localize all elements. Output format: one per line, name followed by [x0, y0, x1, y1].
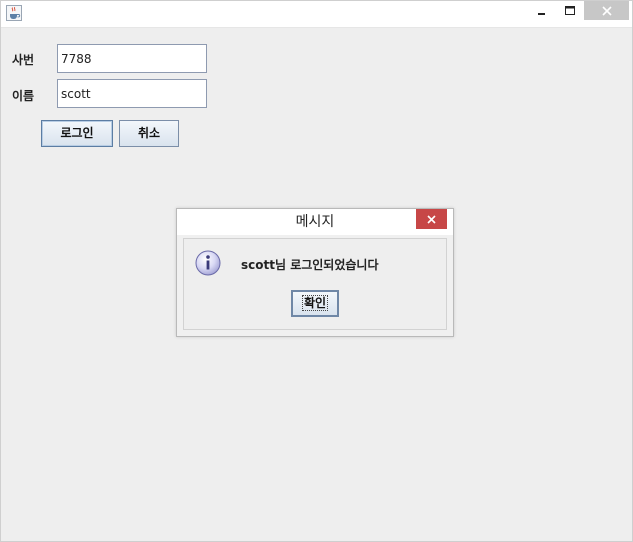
ok-button-label: 확인 — [301, 295, 329, 311]
close-button[interactable] — [584, 1, 629, 20]
info-icon — [194, 249, 222, 277]
name-label: 이름 — [12, 89, 35, 103]
java-cup-icon — [6, 5, 22, 21]
message-dialog: 메시지 scott님 로그인되었습니다 확인 — [176, 208, 454, 337]
emp-no-field[interactable] — [57, 44, 207, 73]
name-field[interactable] — [57, 79, 207, 108]
dialog-message: scott님 로그인되었습니다 — [241, 258, 379, 272]
ok-button[interactable]: 확인 — [291, 290, 339, 317]
close-icon — [427, 214, 436, 224]
cancel-button[interactable]: 취소 — [119, 120, 179, 147]
dialog-title: 메시지 — [295, 214, 335, 230]
login-button[interactable]: 로그인 — [41, 120, 113, 147]
maximize-icon — [564, 5, 575, 15]
main-window: 사번 이름 로그인 취소 메시지 — [0, 0, 633, 542]
minimize-icon — [538, 12, 545, 15]
dialog-close-button[interactable] — [416, 209, 447, 229]
window-titlebar — [1, 1, 632, 28]
emp-no-label: 사번 — [12, 53, 35, 67]
maximize-button[interactable] — [557, 1, 583, 20]
dialog-body: scott님 로그인되었습니다 확인 — [183, 238, 447, 330]
minimize-button[interactable] — [529, 1, 555, 20]
dialog-titlebar: 메시지 — [177, 209, 453, 235]
close-icon — [601, 5, 612, 16]
